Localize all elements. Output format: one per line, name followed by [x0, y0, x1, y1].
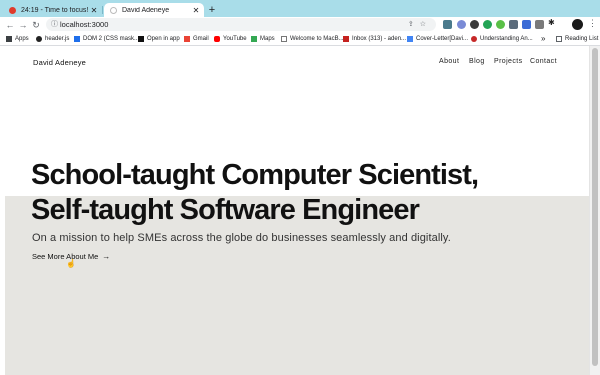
new-tab-button[interactable]: + — [206, 3, 218, 17]
extension-icon[interactable] — [522, 20, 531, 29]
address-bar[interactable]: ⓘ localhost:3000 ⇪☆ — [46, 18, 436, 31]
bookmark-welcome-macbook[interactable]: Welcome to MacB... — [281, 33, 344, 45]
github-icon — [36, 36, 42, 42]
close-tab-icon[interactable]: ✕ — [89, 6, 99, 15]
timer-favicon-icon — [9, 6, 16, 14]
bookmark-label: header.js — [45, 36, 70, 42]
extension-icon[interactable] — [483, 20, 492, 29]
back-icon[interactable]: ← — [4, 18, 16, 32]
hand-cursor-icon: ☝ — [66, 259, 76, 268]
bookmark-understanding[interactable]: Understanding An... — [471, 33, 533, 45]
medium-icon — [138, 36, 144, 42]
bookmark-label: Cover-Letter[Davi... — [416, 36, 469, 42]
bookmark-label: Gmail — [193, 36, 209, 42]
nav-link-contact[interactable]: Contact — [530, 58, 557, 65]
bookmark-youtube[interactable]: YouTube — [214, 33, 247, 45]
bookmark-header-js[interactable]: header.js — [36, 33, 69, 45]
bookmark-label: Understanding An... — [480, 36, 533, 42]
headline-line-2: Self-taught Software Engineer — [31, 194, 420, 226]
hero-headline: School-taught Computer Scientist, Self-t… — [31, 158, 551, 228]
bookmark-inbox[interactable]: Inbox (313) - aden... — [343, 33, 406, 45]
tab-active-site[interactable]: David Adeneye ✕ — [104, 3, 204, 17]
bookmark-label: Reading List — [565, 36, 599, 42]
url-text: localhost:3000 — [60, 20, 109, 29]
page-icon — [281, 36, 287, 42]
site-icon — [471, 36, 477, 42]
bookmark-label: Apps — [15, 36, 29, 42]
scrollbar-thumb[interactable] — [592, 48, 598, 366]
bookmark-maps[interactable]: Maps — [251, 33, 275, 45]
bookmark-cover-letter[interactable]: Cover-Letter[Davi... — [407, 33, 468, 45]
reading-list-button[interactable]: Reading List — [556, 33, 598, 45]
reading-list-icon — [556, 36, 562, 42]
maps-icon — [251, 36, 257, 42]
tab-divider — [102, 6, 103, 14]
nav-link-projects[interactable]: Projects — [494, 58, 523, 65]
bookmark-gmail[interactable]: Gmail — [184, 33, 209, 45]
browser-toolbar: ← → ↻ ⓘ localhost:3000 ⇪☆ ✱ ⋮ — [0, 17, 600, 33]
extension-icon[interactable] — [535, 20, 544, 29]
dropbox-icon — [74, 36, 80, 42]
share-and-bookmark-icons[interactable]: ⇪☆ — [408, 18, 432, 31]
profile-avatar[interactable] — [572, 19, 583, 30]
bookmark-dom2[interactable]: DOM 2 (CSS mask... — [74, 33, 139, 45]
tab-label: David Adeneye — [122, 6, 170, 14]
page-viewport: David Adeneye About Blog Projects Contac… — [0, 46, 600, 375]
extension-icon[interactable] — [509, 20, 518, 29]
bookmark-open-in-app[interactable]: Open in app — [138, 33, 180, 45]
info-icon[interactable]: ⓘ — [51, 18, 58, 31]
arrow-right-icon: → — [102, 252, 111, 261]
more-bookmarks-button[interactable]: » — [541, 33, 545, 45]
youtube-icon — [214, 36, 220, 42]
menu-dots-icon[interactable]: ⋮ — [588, 18, 597, 29]
nav-link-about[interactable]: About — [439, 58, 459, 65]
bookmarks-bar: Apps header.js DOM 2 (CSS mask... Open i… — [0, 33, 600, 46]
page-favicon-icon — [110, 6, 117, 14]
bookmark-label: Maps — [260, 36, 275, 42]
gmail-icon — [184, 36, 190, 42]
nav-link-blog[interactable]: Blog — [469, 58, 485, 65]
forward-icon[interactable]: → — [17, 18, 29, 32]
headline-line-1: School-taught Computer Scientist, — [31, 159, 479, 191]
site-brand[interactable]: David Adeneye — [33, 58, 86, 67]
reload-icon[interactable]: ↻ — [30, 18, 42, 32]
apps-grid-icon — [6, 36, 12, 42]
bookmark-apps[interactable]: Apps — [6, 33, 29, 45]
bookmark-label: DOM 2 (CSS mask... — [83, 36, 140, 42]
hero-subtitle: On a mission to help SMEs across the glo… — [32, 232, 451, 244]
extension-icon[interactable] — [470, 20, 479, 29]
bookmark-label: YouTube — [223, 36, 247, 42]
docs-icon — [407, 36, 413, 42]
tab-label: 24:19 - Time to focus! — [21, 6, 89, 14]
puzzle-extensions-icon[interactable]: ✱ — [548, 18, 557, 27]
extension-icon[interactable] — [496, 20, 505, 29]
extension-icon[interactable] — [457, 20, 466, 29]
bookmark-label: Inbox (313) - aden... — [352, 36, 407, 42]
bookmark-label: Welcome to MacB... — [290, 36, 344, 42]
bookmark-label: Open in app — [147, 36, 180, 42]
extension-icon[interactable] — [443, 20, 452, 29]
browser-tab-bar: 24:19 - Time to focus! ✕ David Adeneye ✕… — [0, 0, 600, 17]
tab-timer[interactable]: 24:19 - Time to focus! ✕ — [4, 3, 102, 17]
close-tab-icon[interactable]: ✕ — [191, 6, 201, 15]
gmail-icon — [343, 36, 349, 42]
